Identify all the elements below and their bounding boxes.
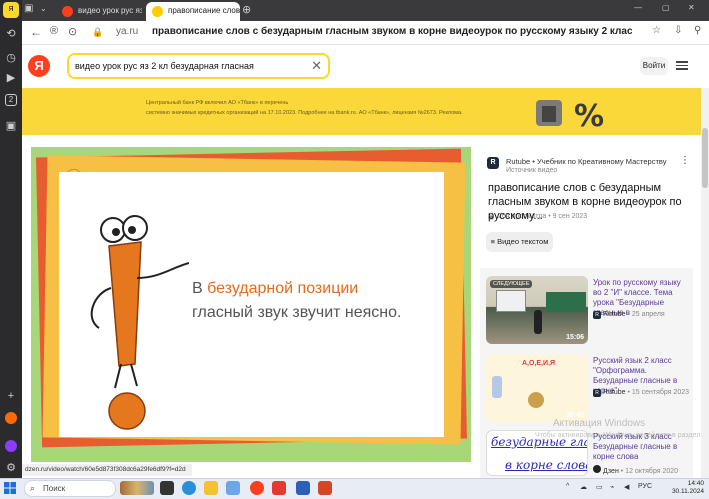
dzen-logo-icon [593,465,601,473]
page-scrollbar[interactable] [701,88,709,478]
explorer-icon[interactable] [204,481,218,495]
network-icon[interactable]: ⌁ [610,483,614,491]
yandex-favicon-icon [62,6,73,17]
search-input[interactable] [69,55,304,77]
downloads-icon[interactable]: ⇩ [674,25,682,36]
video-text-button[interactable]: ≡ Видео текстом [486,232,553,252]
edge-icon[interactable] [182,481,196,495]
ad-line-1: Центральный банк РФ включил АО «Тбанк» в… [146,100,289,106]
related-item[interactable]: СЛЕДУЮЩЕЕ 15:06 Урок по русскому языку в… [486,276,691,346]
volume-icon[interactable]: ◀ [624,483,629,491]
powerpoint-icon[interactable] [318,481,332,495]
lock-icon: 🔒 [92,27,104,37]
scrollbar-thumb[interactable] [702,128,708,188]
ad-banner[interactable]: Центральный банк РФ включил АО «Тбанк» в… [22,88,709,135]
add-icon[interactable]: + [3,388,19,404]
yandex-browser-icon[interactable]: Я [3,2,19,18]
video-favicon-icon [152,6,163,17]
store-icon[interactable] [226,481,240,495]
back-icon[interactable]: ← [30,25,42,39]
word-icon[interactable] [296,481,310,495]
login-button[interactable]: Войти [640,57,668,75]
source-title[interactable]: правописание слов с безударным гласным з… [488,181,688,223]
new-tab-button[interactable]: ⊕ [242,3,256,22]
address-bar: ← ® ⊙ 🔒 ya.ru правописание слов с безуда… [22,21,709,45]
source-label: Источник видео [506,167,558,174]
tab-video-search[interactable]: видео урок рус яз 2 кл б [56,2,142,21]
app-icon[interactable] [5,412,17,424]
slide-line-2: гласный звук звучит неясно. [192,304,402,321]
reader-icon[interactable]: ⊙ [68,25,77,38]
source-channel[interactable]: Rutube • Учебник по Креативному Мастерст… [506,157,666,166]
screen-icon [496,290,526,312]
girl-figure-icon [492,376,502,398]
related-thumbnail[interactable]: А,О,Е,И,Я 15:40 [486,354,588,422]
keyboard-language[interactable]: РУС [638,483,652,490]
rutube-logo-icon: R [593,311,601,319]
more-options-icon[interactable]: ⋮ [680,155,690,166]
taskbar-search[interactable]: ⌕ Поиск [24,480,116,497]
timer-icon[interactable]: ◷ [3,50,19,66]
alice-icon[interactable] [5,440,17,452]
duration-badge: 15:06 [566,334,584,341]
yandex-logo[interactable]: Я [28,55,50,77]
related-thumbnail[interactable]: СЛЕДУЮЩЕЕ 15:06 [486,276,588,344]
video-slide: В безударной позиции гласный звук звучит… [59,172,444,437]
collections-icon[interactable]: ▣ [3,118,19,134]
related-source: R Rutube • 25 апреля [593,311,665,319]
settings-icon[interactable]: ⚙ [3,460,19,476]
thumb-line-2: в корне слова [505,458,588,472]
ad-illustration-icon: % [536,99,604,134]
rutube-logo-icon: R [487,157,499,169]
clock[interactable]: 14:40 30.11.2024 [668,480,704,496]
minimize-icon[interactable]: — [634,3,648,22]
activation-watermark-title: Активация Windows [553,418,646,429]
cloud-icon[interactable]: ☁ [580,483,587,491]
play-icon[interactable]: ▶ [3,70,19,86]
hamburger-menu-icon[interactable] [676,59,688,71]
address-domain[interactable]: ya.ru [116,26,138,37]
yandex-browser-taskbar-icon[interactable] [250,481,264,495]
extensions-icon[interactable]: ⚲ [694,25,701,36]
status-url: dzen.ru/video/watch/60e5d873f308dc6a29fe… [22,464,192,476]
battery-icon[interactable]: ▭ [596,483,603,491]
ad-line-2: системно значимых кредитных организаций … [146,110,463,116]
related-source: R Rutube • 15 сентября 2023 [593,389,689,397]
chevron-up-icon[interactable]: ^ [566,483,569,490]
widget-icon[interactable] [120,481,154,495]
search-icon: ⌕ [30,483,36,493]
board-icon [546,292,586,312]
related-item[interactable]: А,О,Е,И,Я 15:40 Русский язык 2 класс "Ор… [486,354,691,424]
history-icon[interactable]: ⟲ [3,26,19,42]
teacher-figure-icon [534,310,542,334]
address-title[interactable]: правописание слов с безударным гласным з… [152,26,632,37]
maximize-icon[interactable]: ▢ [662,3,676,22]
rutube-logo-icon: R [593,389,601,397]
exclamation-mascot-icon [90,215,189,430]
tab-menu-icon[interactable]: ▣ [24,3,36,22]
browser-sidebar: Я ⟲ ◷ ▶ 2 ▣ + ⚙ [0,0,22,478]
task-view-icon[interactable] [160,481,174,495]
yandex-app-icon[interactable] [272,481,286,495]
thumb-letters: А,О,Е,И,Я [522,360,556,367]
related-source: Дзен • 12 октября 2020 [593,465,678,475]
slide-line-1: В безударной позиции [192,280,359,297]
tab-active[interactable]: правописание слов [146,2,240,21]
tab-strip: ▣ ⌄ видео урок рус яз 2 кл б правописани… [22,0,709,21]
page-2-icon[interactable]: 2 [5,94,17,106]
reload-icon[interactable]: ® [50,25,58,37]
dog-figure-icon [528,392,544,408]
next-badge: СЛЕДУЮЩЕЕ [490,280,533,288]
search-box[interactable]: ✕ [67,53,330,79]
activation-watermark-text: Чтобы активировать Windows, перейдите в … [535,432,701,439]
close-icon[interactable]: ✕ [688,3,702,22]
clear-search-icon[interactable]: ✕ [311,58,322,74]
svg-text:%: % [574,99,604,134]
bookmark-icon[interactable]: ☆ [652,25,661,36]
windows-start-icon[interactable] [4,482,16,494]
